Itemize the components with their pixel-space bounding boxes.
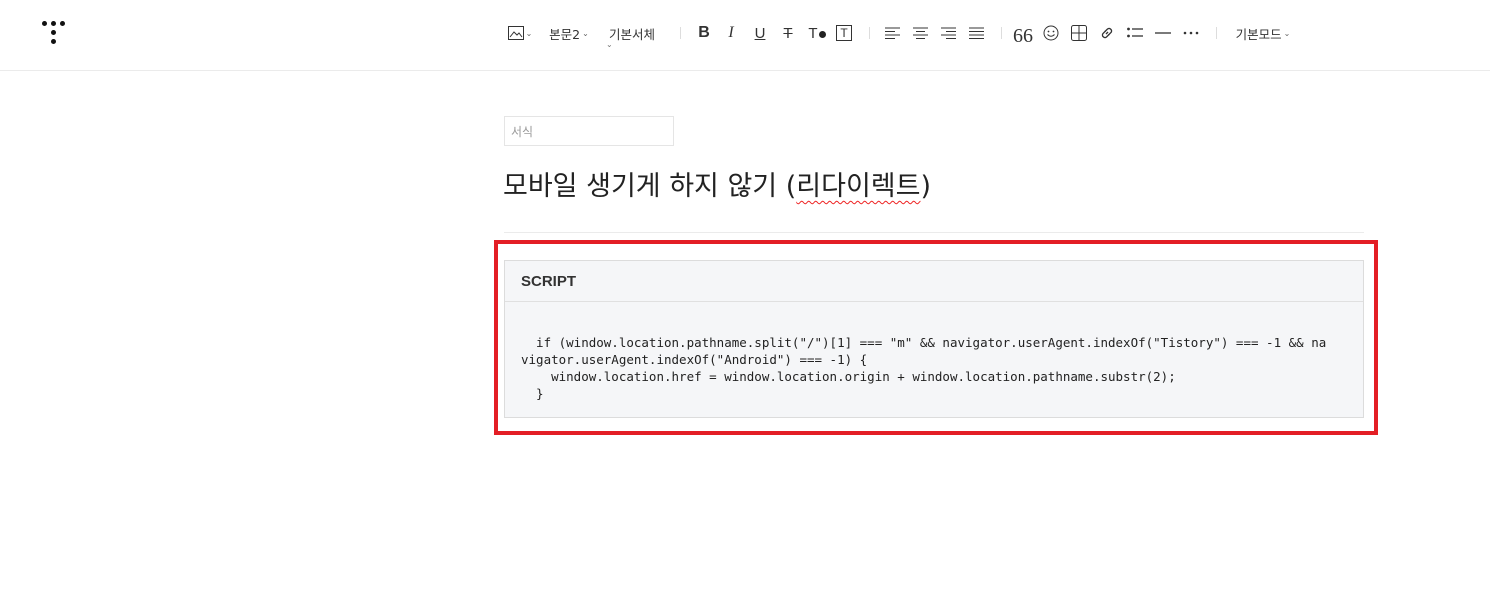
quote-button[interactable]: 66 <box>1013 22 1033 47</box>
align-justify-icon <box>968 27 984 39</box>
toolbar-divider <box>680 27 681 39</box>
align-right-icon <box>940 27 956 39</box>
editor-toolbar: ⌄ 본문2 ⌄ 기본서체 ⌄ B I U T T T 66 기본모드 ⌄ <box>0 0 1490 71</box>
text-background-button[interactable]: T <box>835 22 853 44</box>
image-icon <box>507 26 524 40</box>
chevron-down-icon: ⌄ <box>606 40 613 49</box>
bold-icon: B <box>698 24 710 41</box>
table-icon <box>1071 25 1087 41</box>
tistory-logo-icon[interactable] <box>40 19 70 49</box>
more-icon <box>1183 31 1199 35</box>
horizontal-rule-icon <box>1155 32 1171 34</box>
editor-mode-dropdown[interactable]: 기본모드 ⌄ <box>1232 22 1294 44</box>
toolbar-divider <box>1001 27 1002 39</box>
strikethrough-button[interactable]: T <box>779 22 797 44</box>
toolbar-divider <box>869 27 870 39</box>
highlight-frame <box>494 240 1378 435</box>
align-justify-button[interactable] <box>967 22 985 44</box>
align-left-icon <box>884 27 900 39</box>
horizontal-rule-button[interactable] <box>1154 22 1172 44</box>
post-title-text-end: ) <box>920 171 932 202</box>
text-color-icon: T <box>808 25 826 42</box>
quote-icon: 66 <box>1013 25 1033 47</box>
underline-button[interactable]: U <box>751 22 769 44</box>
title-divider <box>504 232 1364 233</box>
align-right-button[interactable] <box>939 22 957 44</box>
emoji-icon <box>1043 25 1059 41</box>
strikethrough-icon: T <box>783 24 793 42</box>
underline-icon: U <box>754 24 766 42</box>
toolbar-divider <box>1216 27 1217 39</box>
italic-icon: I <box>728 24 734 41</box>
text-background-icon: T <box>836 25 852 41</box>
align-center-button[interactable] <box>911 22 929 44</box>
chevron-down-icon: ⌄ <box>582 28 589 38</box>
category-placeholder: 서식 <box>511 125 534 139</box>
emoji-button[interactable] <box>1042 22 1060 44</box>
list-icon <box>1127 27 1143 38</box>
paragraph-style-dropdown[interactable]: 본문2 ⌄ <box>547 22 591 44</box>
post-title-text: 모바일 생기게 하지 않기 ( <box>503 171 797 202</box>
italic-button[interactable]: I <box>723 22 739 44</box>
align-left-button[interactable] <box>883 22 901 44</box>
category-selector[interactable]: 서식 <box>504 116 674 146</box>
paragraph-style-label: 본문2 <box>549 26 581 42</box>
chevron-down-icon: ⌄ <box>525 28 533 38</box>
chevron-down-icon: ⌄ <box>1283 28 1291 38</box>
align-center-icon <box>912 27 928 39</box>
table-button[interactable] <box>1070 22 1088 44</box>
post-title-input[interactable]: 모바일 생기게 하지 않기 (리다이렉트) <box>503 164 1363 203</box>
text-color-button[interactable]: T <box>806 22 828 44</box>
editor-mode-label: 기본모드 <box>1235 26 1282 42</box>
list-button[interactable] <box>1126 22 1144 44</box>
bold-button[interactable]: B <box>695 22 713 44</box>
font-family-label: 기본서체 <box>608 26 655 42</box>
spellcheck-word: 리다이렉트 <box>796 171 921 202</box>
link-icon <box>1101 27 1113 39</box>
more-button[interactable] <box>1182 22 1200 44</box>
image-insert-button[interactable]: ⌄ <box>506 22 534 44</box>
link-button[interactable] <box>1098 22 1116 44</box>
